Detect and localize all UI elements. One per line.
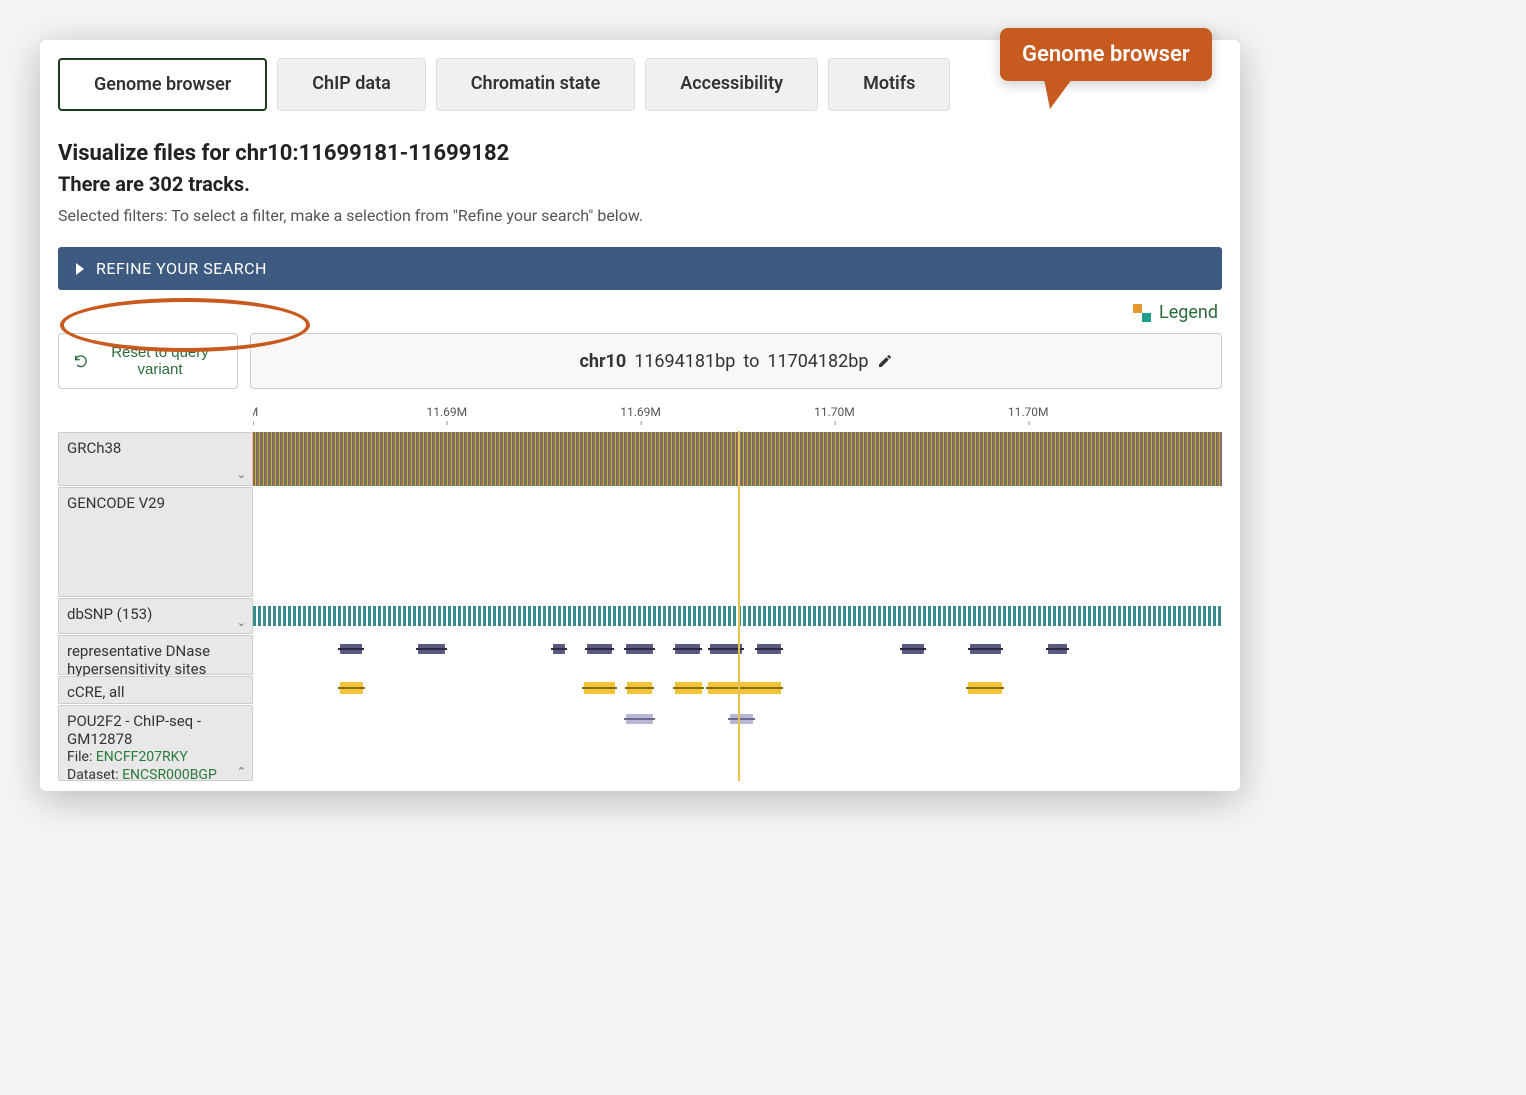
track-ccre: cCRE, all: [58, 675, 1222, 704]
ruler-tick: 11.69M: [620, 405, 661, 419]
chevron-down-icon[interactable]: ⌄: [237, 616, 246, 629]
expand-triangle-icon: [76, 263, 84, 275]
feature-block[interactable]: [584, 682, 615, 694]
range-chrom: chr10: [579, 351, 626, 372]
feature-block[interactable]: [970, 644, 1001, 654]
feature-block[interactable]: [587, 644, 611, 654]
tab-chip-data[interactable]: ChIP data: [277, 58, 426, 111]
track-label-text: GENCODE V29: [67, 494, 165, 512]
refine-label: REFINE YOUR SEARCH: [96, 259, 267, 278]
ruler-tick: 11.70M: [814, 405, 855, 419]
range-end: 11704182bp: [767, 351, 868, 372]
track-body-grch38[interactable]: [253, 432, 1222, 486]
annotation-callout: Genome browser: [1000, 28, 1212, 81]
range-joiner: to: [743, 351, 759, 372]
feature-block[interactable]: [730, 714, 753, 724]
refine-search-bar[interactable]: REFINE YOUR SEARCH: [58, 247, 1222, 290]
chipseq-dataset-link: Dataset: ENCSR000BGP: [67, 766, 244, 784]
track-label-chipseq[interactable]: POU2F2 - ChIP-seq - GM12878 File: ENCFF2…: [58, 705, 253, 781]
feature-block[interactable]: [418, 644, 445, 654]
range-start: 11694181bp: [634, 351, 735, 372]
page-title: Visualize files for chr10:11699181-11699…: [58, 141, 1222, 166]
track-body-chipseq[interactable]: [253, 705, 1222, 781]
feature-block[interactable]: [1048, 644, 1067, 654]
reset-label: Reset to query variant: [97, 344, 223, 378]
track-body-ccre[interactable]: [253, 676, 1222, 704]
tab-chromatin-state[interactable]: Chromatin state: [436, 58, 636, 111]
track-chipseq: POU2F2 - ChIP-seq - GM12878 File: ENCFF2…: [58, 704, 1222, 781]
track-body-dbsnp[interactable]: [253, 598, 1222, 634]
controls-row: Reset to query variant chr10 11694181bp …: [58, 333, 1222, 389]
feature-block[interactable]: [968, 682, 1002, 694]
filters-hint: Selected filters: To select a filter, ma…: [58, 206, 1222, 225]
track-count: There are 302 tracks.: [58, 172, 1222, 196]
dataset-id-link[interactable]: ENCSR000BGP: [122, 767, 217, 783]
feature-block[interactable]: [675, 644, 700, 654]
tracks-container: GRCh38 ⌄ GENCODE V29 dbSNP (153) ⌄ repre…: [58, 431, 1222, 781]
range-display[interactable]: chr10 11694181bp to 11704182bp: [250, 333, 1222, 389]
chevron-up-icon[interactable]: ⌃: [237, 765, 246, 778]
ruler-tick: 11.70M: [1008, 405, 1049, 419]
chevron-down-icon[interactable]: ⌄: [237, 468, 246, 481]
feature-block[interactable]: [757, 644, 781, 654]
track-label-text: cCRE, all: [67, 683, 125, 701]
genomic-ruler: M 11.69M 11.69M 11.70M 11.70M: [253, 403, 1222, 431]
track-label-dnase[interactable]: representative DNase hypersensitivity si…: [58, 635, 253, 675]
track-grch38: GRCh38 ⌄: [58, 431, 1222, 486]
track-label-dbsnp[interactable]: dbSNP (153) ⌄: [58, 598, 253, 634]
callout-label: Genome browser: [1022, 42, 1190, 67]
feature-block[interactable]: [340, 682, 363, 694]
feature-block[interactable]: [710, 644, 742, 654]
chipseq-file-link: File: ENCFF207RKY: [67, 748, 244, 766]
track-gencode: GENCODE V29: [58, 486, 1222, 597]
reset-query-button[interactable]: Reset to query variant: [58, 333, 238, 389]
feature-block[interactable]: [626, 714, 653, 724]
feature-block[interactable]: [902, 644, 923, 654]
tab-motifs[interactable]: Motifs: [828, 58, 950, 111]
feature-block[interactable]: [340, 644, 361, 654]
feature-block[interactable]: [627, 682, 652, 694]
track-label-grch38[interactable]: GRCh38 ⌄: [58, 432, 253, 486]
track-label-text: representative DNase hypersensitivity si…: [67, 642, 210, 678]
track-label-gencode[interactable]: GENCODE V29: [58, 487, 253, 597]
file-id-link[interactable]: ENCFF207RKY: [96, 749, 188, 765]
legend-label: Legend: [1159, 302, 1218, 323]
legend-icon: [1133, 304, 1151, 322]
track-dbsnp: dbSNP (153) ⌄: [58, 597, 1222, 634]
feature-block[interactable]: [708, 682, 781, 694]
track-dnase: representative DNase hypersensitivity si…: [58, 634, 1222, 675]
feature-block[interactable]: [626, 644, 653, 654]
legend-button[interactable]: Legend: [58, 302, 1222, 323]
feature-block[interactable]: [675, 682, 702, 694]
tab-genome-browser[interactable]: Genome browser: [58, 58, 267, 111]
track-label-text: GRCh38: [67, 439, 121, 457]
ruler-row: M 11.69M 11.69M 11.70M 11.70M: [58, 403, 1222, 431]
track-body-gencode[interactable]: [253, 487, 1222, 597]
feature-block[interactable]: [553, 644, 565, 654]
tab-accessibility[interactable]: Accessibility: [645, 58, 818, 111]
undo-icon: [73, 353, 89, 369]
track-label-text: POU2F2 - ChIP-seq - GM12878: [67, 712, 244, 748]
edit-icon[interactable]: [877, 353, 893, 369]
ruler-tick: M: [253, 405, 258, 419]
track-label-text: dbSNP (153): [67, 605, 152, 623]
ruler-tick: 11.69M: [426, 405, 467, 419]
track-label-ccre[interactable]: cCRE, all: [58, 676, 253, 704]
app-container: Genome browser ChIP data Chromatin state…: [40, 40, 1240, 791]
track-body-dnase[interactable]: [253, 635, 1222, 675]
